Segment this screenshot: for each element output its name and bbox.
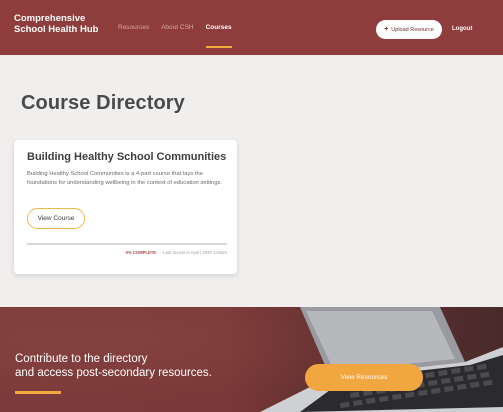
upload-resource-button[interactable]: + Upload Resource	[376, 20, 442, 39]
course-meta: 0% COMPLETE Last access in April | 2020 …	[27, 250, 227, 255]
view-course-button[interactable]: View Course	[27, 208, 85, 229]
course-last-accessed: Last access in April | 2020 1:04am	[163, 250, 227, 255]
upload-resource-label: Upload Resource	[391, 26, 434, 33]
course-progress-bar	[27, 243, 227, 245]
logout-link[interactable]: Logout	[452, 26, 472, 32]
banner-accent-underline	[15, 391, 61, 394]
view-resources-button[interactable]: View Resources	[305, 364, 423, 391]
banner-line-1: Contribute to the directory	[15, 353, 148, 365]
top-nav-bar: Comprehensive School Health Hub Resource…	[0, 0, 503, 55]
course-description: Building Healthy School Communities is a…	[27, 171, 222, 186]
nav-courses[interactable]: Courses	[205, 24, 232, 48]
site-brand[interactable]: Comprehensive School Health Hub	[14, 13, 114, 35]
nav-about-csh[interactable]: About CSH	[161, 24, 194, 31]
main-nav: Resources About CSH Courses	[118, 24, 232, 48]
banner-heading: Contribute to the directory and access p…	[15, 352, 255, 380]
course-title[interactable]: Building Healthy School Communities	[27, 151, 226, 163]
nav-resources[interactable]: Resources	[118, 24, 149, 31]
course-completion-status: 0% COMPLETE	[125, 250, 157, 255]
plus-icon: +	[384, 26, 389, 33]
banner-line-2: and access post-secondary resources.	[15, 367, 212, 379]
page-title: Course Directory	[21, 92, 185, 114]
course-card: Building Healthy School Communities Buil…	[14, 140, 237, 274]
